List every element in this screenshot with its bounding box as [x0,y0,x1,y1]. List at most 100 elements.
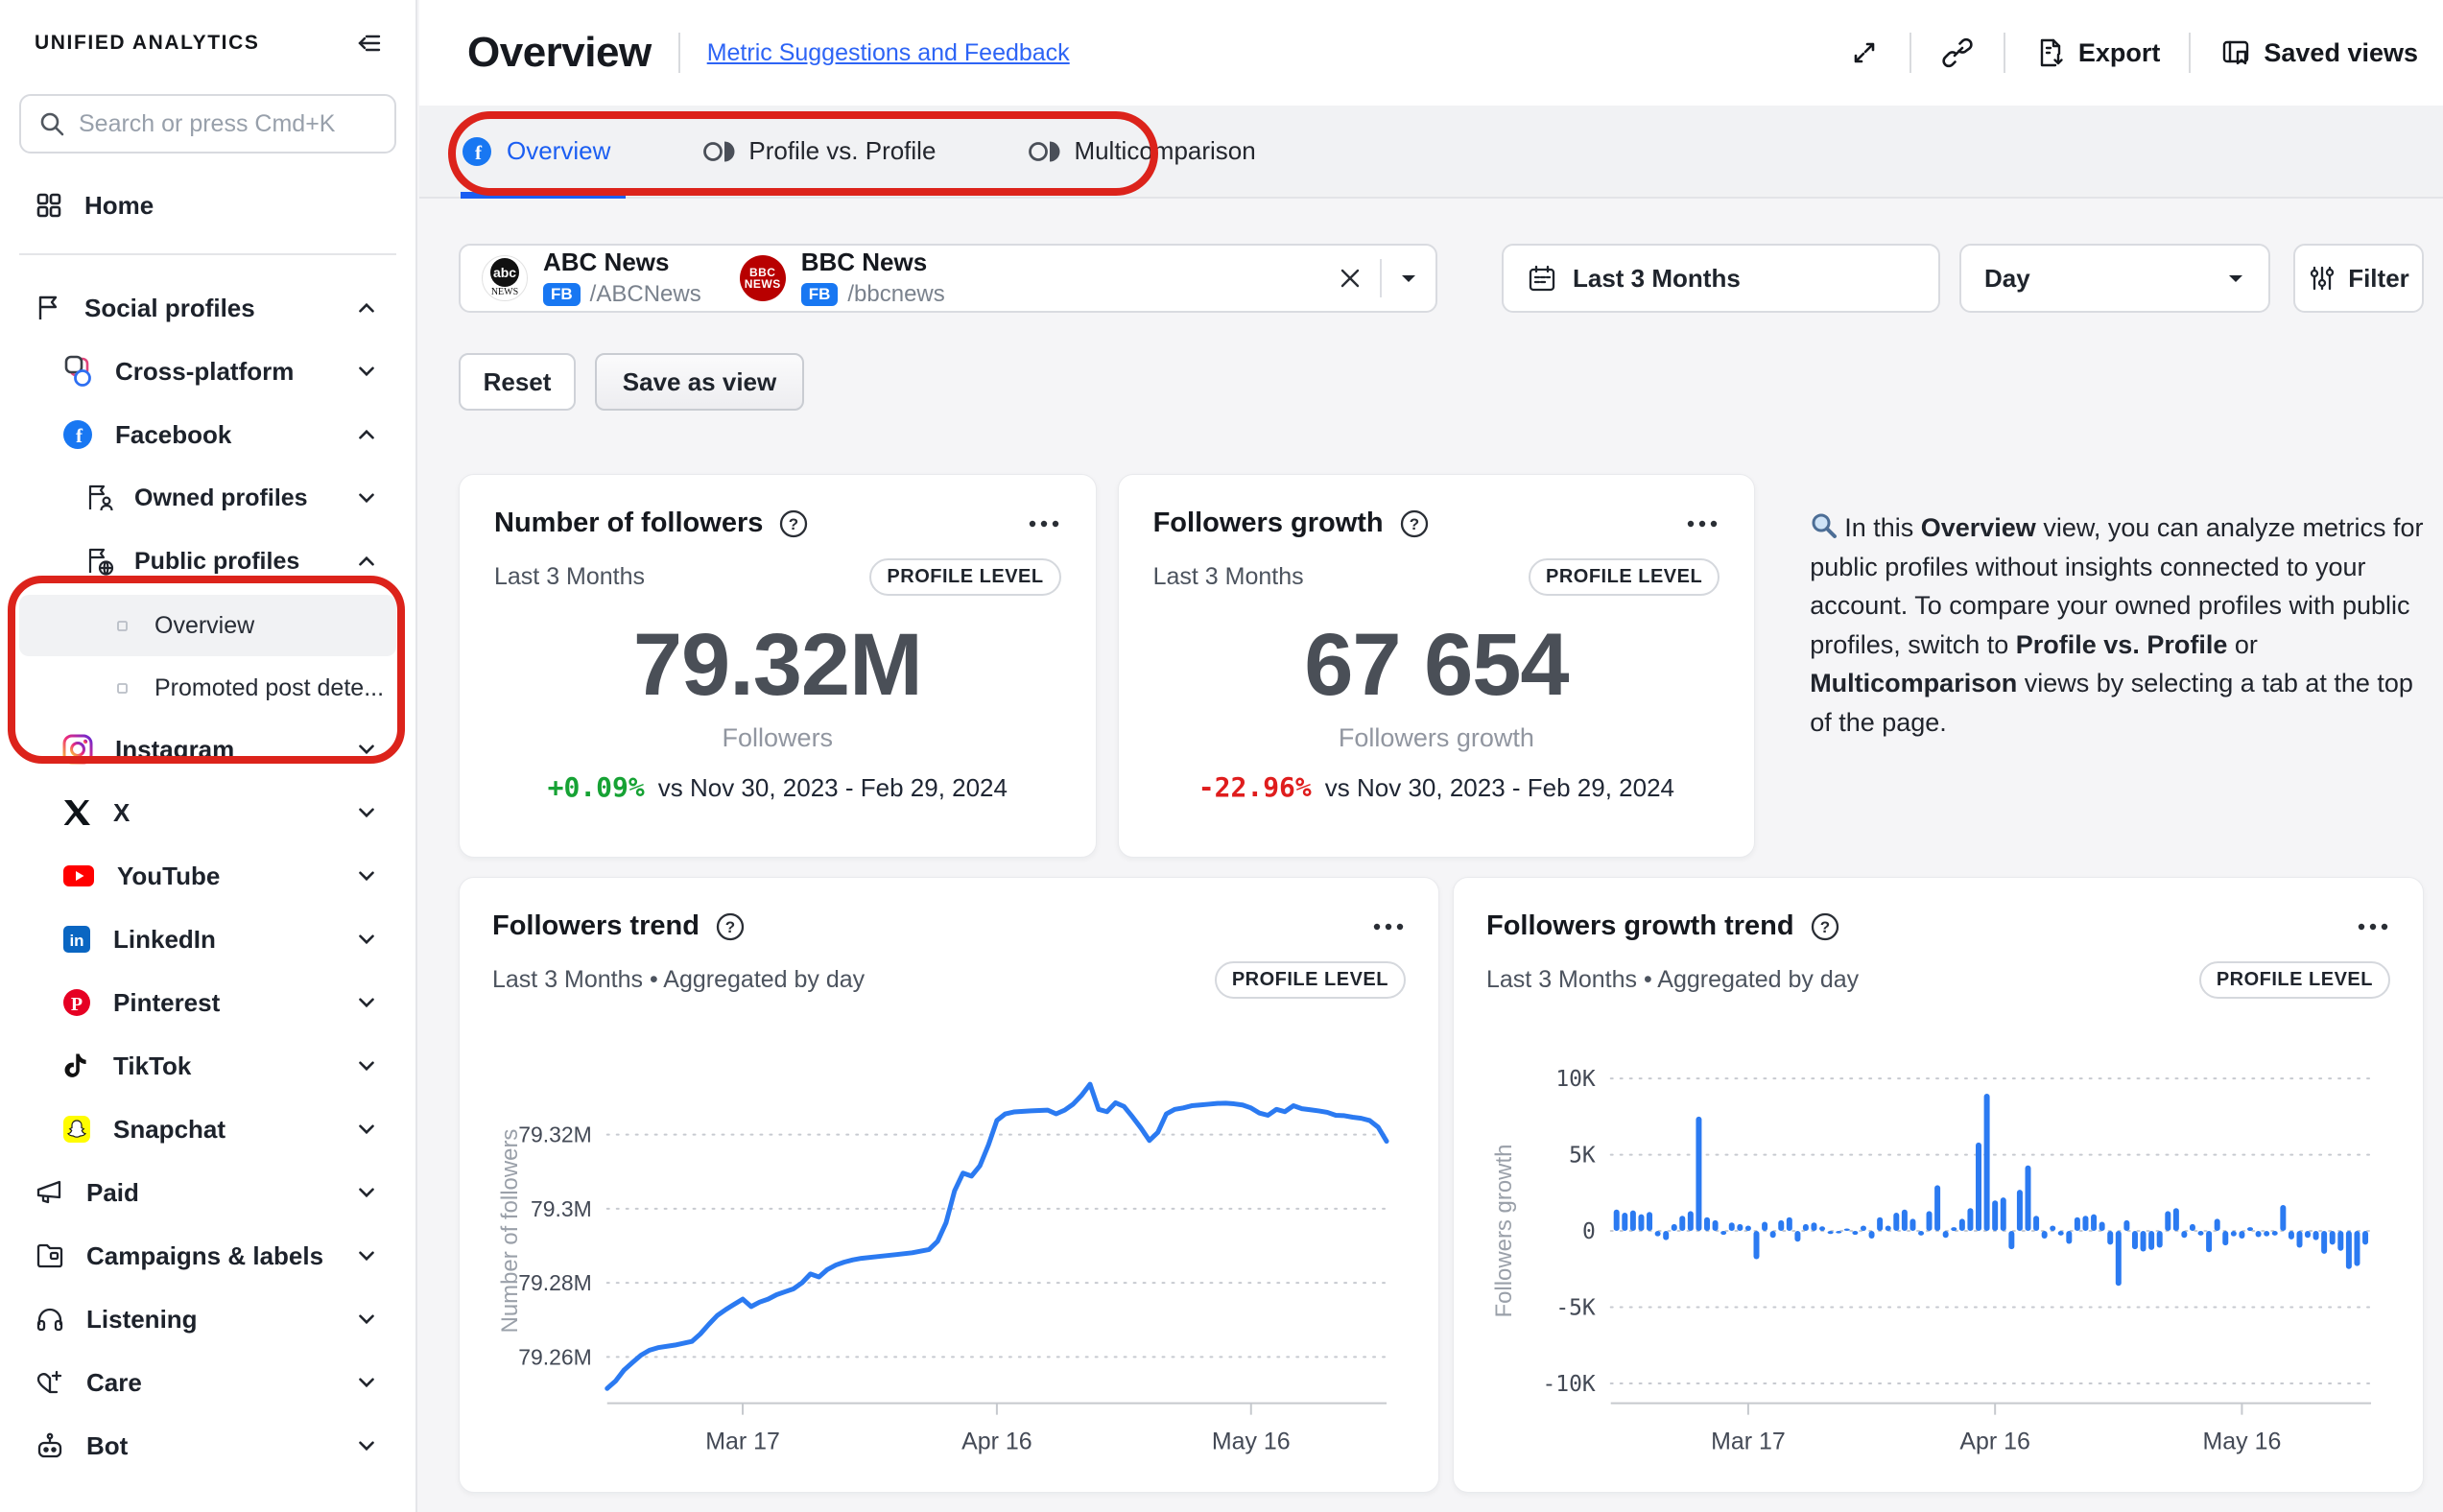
linkedin-icon: in [61,924,92,955]
sidebar-item-campaigns-labels[interactable]: Campaigns & labels [0,1224,415,1288]
svg-text:Mar 17: Mar 17 [705,1429,780,1455]
profile-level-badge: PROFILE LEVEL [869,558,1060,596]
flag-globe-icon [84,546,115,577]
reset-button[interactable]: Reset [459,353,576,411]
profile-selector[interactable]: abc NEWS ABC News FB /ABCNews BBC NE [459,244,1437,313]
search-input[interactable] [79,110,377,138]
collapse-sidebar-icon[interactable] [354,29,383,58]
chevron-down-icon[interactable] [354,1433,379,1458]
export-button[interactable]: Export [2034,36,2161,69]
sidebar-item-instagram[interactable]: Instagram [0,718,415,781]
sidebar-item-care[interactable]: Care [0,1351,415,1414]
sidebar-item-public-profiles[interactable]: Public profiles [0,530,415,593]
svg-text:5K: 5K [1569,1144,1596,1169]
kebab-menu-icon[interactable] [1685,519,1720,529]
tiktok-icon [61,1051,92,1081]
profile-dropdown-caret-icon[interactable] [1399,272,1418,285]
sidebar-item-owned-profiles[interactable]: Owned profiles [0,466,415,530]
saved-views-button[interactable]: Saved views [2219,36,2418,69]
sidebar-item-promoted-post-detection[interactable]: Promoted post dete... [0,658,415,718]
sidebar-item-label: Social profiles [84,294,255,323]
header-separator [2189,33,2191,73]
help-icon[interactable]: ? [715,911,746,942]
clear-profiles-icon[interactable] [1338,266,1363,291]
sidebar-item-social-profiles[interactable]: Social profiles [0,276,415,340]
chevron-down-icon[interactable] [354,800,379,825]
calendar-icon [1527,263,1557,294]
help-icon[interactable]: ? [778,508,809,539]
bullet-square-icon [117,621,128,631]
chevron-up-icon[interactable] [354,549,379,574]
sidebar-item-linkedin[interactable]: in LinkedIn [0,908,415,971]
kebab-menu-icon[interactable] [1371,922,1406,932]
search-box[interactable] [19,94,396,154]
chevron-down-icon[interactable] [354,1307,379,1332]
chevron-down-icon[interactable] [354,485,379,510]
megaphone-icon [35,1177,65,1208]
chevron-down-icon[interactable] [354,1370,379,1395]
tab-overview[interactable]: f Overview [461,135,610,168]
sidebar-item-home[interactable]: Home [0,178,415,232]
svg-text:79.3M: 79.3M [531,1196,592,1221]
metric-suggestions-link[interactable]: Metric Suggestions and Feedback [707,39,1070,67]
chevron-down-icon[interactable] [354,1243,379,1268]
chevron-down-icon[interactable] [354,1053,379,1078]
sidebar-item-paid[interactable]: Paid [0,1161,415,1224]
chevron-down-icon[interactable] [354,927,379,952]
sidebar-item-listening[interactable]: Listening [0,1288,415,1351]
svg-text:?: ? [789,515,798,533]
kpi-card-number-of-followers: Number of followers ? Last 3 Months PROF… [459,474,1097,858]
copy-link-icon[interactable] [1940,35,1975,70]
followers-trend-card: Followers trend ? Last 3 Months • Aggreg… [459,877,1439,1493]
chevron-down-icon[interactable] [354,737,379,762]
svg-text:79.32M: 79.32M [518,1122,592,1147]
sidebar-item-cross-platform[interactable]: Cross-platform [0,340,415,403]
kebab-menu-icon[interactable] [2356,922,2390,932]
svg-text:P: P [71,994,83,1015]
tab-multicomparison[interactable]: Multicomparison [1028,136,1255,166]
kpi-delta-negative: -22.96% [1198,771,1312,803]
profile-name: BBC News [801,248,927,276]
header-divider [678,33,680,73]
chevron-up-icon[interactable] [354,295,379,320]
facebook-icon: f [461,135,493,168]
help-icon[interactable]: ? [1399,508,1430,539]
sidebar-item-x[interactable]: X [0,781,415,844]
chart-title: Followers growth trend [1486,910,1794,942]
sidebar-item-label: Public profiles [134,548,299,576]
sidebar-item-pinterest[interactable]: P Pinterest [0,971,415,1034]
pinterest-icon: P [61,987,92,1018]
chevron-down-icon[interactable] [354,359,379,384]
sidebar-item-label: Listening [86,1305,198,1335]
sidebar-item-facebook[interactable]: f Facebook [0,403,415,466]
chevron-up-icon[interactable] [354,422,379,447]
sidebar-item-tiktok[interactable]: TikTok [0,1034,415,1098]
followers-growth-trend-card: Followers growth trend ? Last 3 Months •… [1453,877,2424,1493]
granularity-select[interactable]: Day [1959,244,2270,313]
kpi-title: Followers growth [1153,508,1384,539]
filter-button[interactable]: Filter [2293,244,2424,313]
kpi-compare-period: vs Nov 30, 2023 - Feb 29, 2024 [1325,773,1674,803]
sidebar-item-bot[interactable]: Bot [0,1414,415,1477]
help-icon[interactable]: ? [1810,911,1840,942]
save-as-view-button[interactable]: Save as view [595,353,804,411]
chevron-down-icon[interactable] [354,990,379,1015]
page-title: Overview [467,29,652,77]
sidebar-item-label: Owned profiles [134,484,308,512]
profile-chip-abc-news: abc NEWS ABC News FB /ABCNews [482,248,701,308]
chevron-down-icon[interactable] [354,1180,379,1205]
tab-profile-vs-profile[interactable]: Profile vs. Profile [702,136,936,166]
cross-platform-icon [61,355,94,388]
sidebar-item-youtube[interactable]: YouTube [0,844,415,908]
sidebar-item-snapchat[interactable]: Snapchat [0,1098,415,1161]
chevron-down-icon[interactable] [354,863,379,888]
kpi-period: Last 3 Months [494,563,645,591]
sidebar-item-label: Paid [86,1178,139,1208]
chevron-down-icon[interactable] [354,1117,379,1142]
sidebar-item-label: Care [86,1368,142,1398]
kebab-menu-icon[interactable] [1027,519,1061,529]
tab-label: Overview [507,136,610,166]
date-range-picker[interactable]: Last 3 Months [1502,244,1940,313]
sidebar-item-overview-active[interactable]: Overview [19,595,396,656]
expand-icon[interactable] [1848,36,1881,69]
